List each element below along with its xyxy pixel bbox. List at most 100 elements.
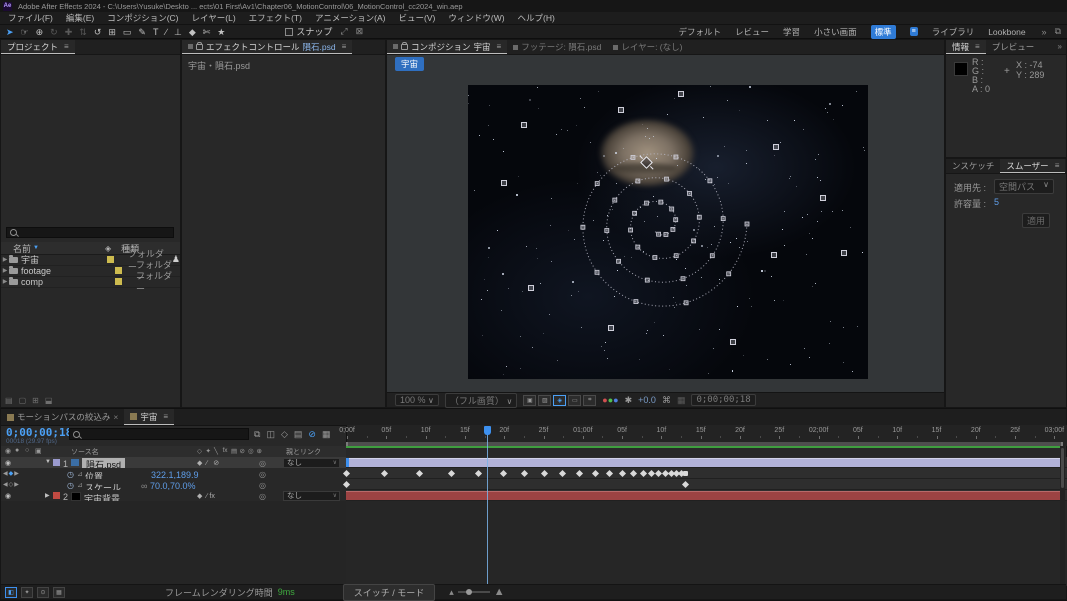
tab-project[interactable]: プロジェクト≡ — [1, 40, 75, 54]
menu-item[interactable]: ウィンドウ(W) — [448, 12, 504, 24]
label-column-icon[interactable]: ◈ — [105, 244, 111, 253]
apply-to-select[interactable]: 空間パス∨ — [994, 179, 1054, 194]
render-time-icon[interactable]: ⊙ — [37, 587, 49, 598]
draft-3d-icon[interactable]: ◫ — [266, 429, 275, 440]
solo-icon[interactable]: ○ — [25, 447, 29, 454]
guides-icon[interactable]: ⌗ — [583, 395, 596, 406]
transparency-grid-icon[interactable]: ▨ — [538, 395, 551, 406]
label-color-swatch[interactable] — [107, 256, 114, 263]
label-color-swatch[interactable] — [115, 278, 122, 285]
shy-icon[interactable]: ◇ — [197, 447, 202, 455]
hand-tool[interactable]: ☞ — [21, 26, 29, 38]
pickwhip-icon[interactable]: ◎ — [259, 459, 266, 468]
rectangle-tool[interactable]: ▭ — [123, 26, 132, 38]
keyframe[interactable] — [683, 471, 688, 476]
show-snapshot-icon[interactable]: ▦ — [677, 395, 686, 406]
tab-preview[interactable]: プレビュー — [986, 40, 1041, 54]
crop-icon[interactable]: ▭ — [568, 395, 581, 406]
switch-mode-button[interactable]: スイッチ / モード — [343, 584, 436, 601]
keyframe[interactable] — [640, 470, 647, 477]
layer-duration-bar[interactable] — [346, 458, 1063, 467]
tolerance-value[interactable]: 5 — [994, 197, 999, 207]
keyframe[interactable] — [500, 470, 507, 477]
menu-item[interactable]: ヘルプ(H) — [518, 12, 555, 24]
video-eye-icon[interactable]: ◉ — [5, 492, 11, 500]
tab-viewer-2[interactable]: レイヤー: (なし) — [607, 40, 688, 54]
tab-effect-controls[interactable]: エフェクトコントロール 隕石.psd ≡ — [182, 40, 352, 54]
snap-checkbox[interactable] — [285, 28, 293, 36]
position-keyframes-track[interactable] — [346, 468, 1067, 479]
new-comp-icon[interactable]: ⊞ — [32, 396, 39, 405]
twirl-open-icon[interactable]: ▼ — [45, 459, 51, 465]
keyframe[interactable] — [448, 470, 455, 477]
tab-smoother[interactable]: スムーザー≡ — [1000, 159, 1065, 173]
stopwatch-icon[interactable]: ◷ — [67, 470, 74, 479]
label-color-swatch[interactable] — [53, 459, 60, 466]
mask-visibility-icon[interactable]: ◈ — [553, 395, 566, 406]
twirl-closed-icon[interactable]: ▶ — [45, 492, 50, 499]
resolution-select[interactable]: （フル画質） ∨ — [445, 393, 517, 408]
motion-blur-icon[interactable]: ⊘ — [308, 429, 316, 440]
keyframe[interactable] — [559, 470, 566, 477]
zoom-out-mountain-icon[interactable]: ▴ — [449, 587, 454, 598]
frame-blend-icon[interactable]: ▤ — [294, 429, 303, 440]
playhead-handle[interactable] — [484, 426, 491, 435]
item-name[interactable]: footage — [21, 266, 51, 276]
selection-tool[interactable]: ➤ — [6, 26, 14, 38]
pickwhip-icon[interactable]: ◎ — [259, 492, 266, 501]
column-parent-link[interactable]: 親とリンク — [286, 447, 321, 457]
color-depth-icon[interactable]: ⬓ — [45, 396, 53, 405]
keyframe[interactable] — [541, 470, 548, 477]
keyframe[interactable] — [630, 470, 637, 477]
keyframe-nav[interactable]: ◀◆▶ — [3, 470, 20, 477]
twirl-closed-icon[interactable]: ▶ — [1, 256, 9, 263]
zoom-knob[interactable] — [466, 589, 472, 595]
composition-view[interactable] — [468, 85, 868, 379]
panel-menu-icon[interactable]: ≡ — [1055, 161, 1060, 170]
share-panel-icon[interactable]: ⧉ — [1055, 26, 1061, 37]
project-row[interactable]: ▶compフォルダー — [1, 276, 180, 288]
adjustment-icon[interactable]: ◎ — [248, 447, 254, 455]
tab-motion-sketch[interactable]: ンスケッチ — [946, 159, 1000, 173]
workspace-item[interactable]: 小さい画面 — [814, 26, 857, 38]
workspace-active[interactable]: 標準 — [871, 25, 896, 39]
panel-menu-icon[interactable]: ≡ — [497, 42, 502, 51]
expression-icon[interactable]: ✦ — [21, 587, 33, 598]
pan-behind-tool[interactable]: ⊞ — [108, 26, 116, 38]
menu-item[interactable]: ファイル(F) — [8, 12, 53, 24]
boolean-icon[interactable]: ⊠ — [356, 26, 364, 37]
lock-icon[interactable]: ▣ — [35, 447, 42, 455]
workspace-item[interactable]: ライブラリ — [932, 26, 975, 38]
eraser-tool[interactable]: ◆ — [189, 26, 196, 38]
zoom-tool[interactable]: ⊕ — [36, 26, 44, 38]
new-folder-icon[interactable]: ▢ — [19, 396, 27, 405]
keyframe[interactable] — [619, 470, 626, 477]
apply-button[interactable]: 適用 — [1022, 213, 1050, 228]
panel-overflow-chevron[interactable]: » — [1054, 40, 1066, 54]
timeline-zoom-slider[interactable]: ▴ ▲ — [449, 586, 504, 598]
motion-blur-icon[interactable]: ⊘ — [240, 447, 245, 455]
twirl-closed-icon[interactable]: ▶ — [1, 267, 9, 274]
exposure-value[interactable]: +0.0 — [638, 395, 656, 405]
mask-expansion-icon[interactable]: ⤢ — [340, 26, 347, 37]
label-color-swatch[interactable] — [53, 492, 60, 499]
menu-item[interactable]: 編集(E) — [66, 12, 94, 24]
menu-item[interactable]: アニメーション(A) — [315, 12, 386, 24]
graph-editor-icon[interactable]: ▦ — [322, 429, 331, 440]
parent-select[interactable]: なし — [283, 458, 340, 468]
pen-tool[interactable]: ✎ — [138, 26, 146, 38]
clone-stamp-tool[interactable]: ⊥ — [174, 26, 182, 38]
comp-navigator-chip[interactable]: 宇宙 — [395, 57, 424, 71]
graph-toggle-icon[interactable]: ⊿ — [77, 481, 83, 489]
keyframe[interactable] — [682, 481, 689, 488]
mini-flowchart-icon[interactable]: ⧉ — [254, 429, 260, 440]
graph-toggle-icon[interactable]: ⊿ — [77, 470, 83, 478]
track-row-2[interactable] — [346, 490, 1067, 501]
workspace-menu-icon[interactable]: ≡ — [910, 27, 918, 36]
parent-select[interactable]: なし — [283, 491, 340, 501]
panel-menu-icon[interactable]: ≡ — [342, 42, 347, 51]
column-source-name[interactable]: ソース名 — [71, 447, 99, 457]
timeline-search-input[interactable] — [69, 428, 249, 440]
menu-item[interactable]: コンポジション(C) — [107, 12, 178, 24]
property-value[interactable]: ∞ 70.0,70.0% — [141, 481, 195, 491]
